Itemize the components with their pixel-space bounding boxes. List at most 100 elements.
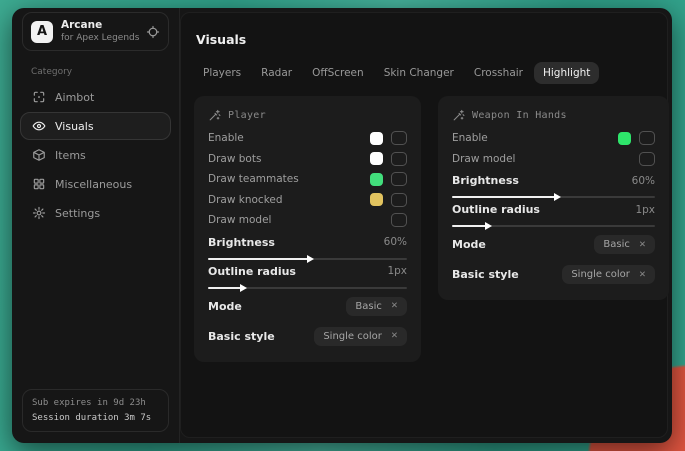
checkbox[interactable] bbox=[391, 131, 407, 145]
checkbox[interactable] bbox=[391, 193, 407, 207]
tag-value: Basic bbox=[355, 301, 381, 312]
slider-thumb[interactable] bbox=[485, 222, 492, 230]
checkbox[interactable] bbox=[391, 172, 407, 186]
color-swatch[interactable] bbox=[370, 173, 383, 186]
slider-head: Brightness60% bbox=[208, 236, 407, 249]
remove-tag-icon[interactable]: ✕ bbox=[391, 331, 398, 341]
slider[interactable] bbox=[208, 287, 407, 289]
select-tag[interactable]: Single color ✕ bbox=[562, 265, 655, 284]
select-label: Basic style bbox=[208, 330, 275, 343]
toggle-label: Draw bots bbox=[208, 153, 261, 165]
slider-fill bbox=[452, 225, 487, 227]
sidebar-item-label: Items bbox=[55, 149, 86, 162]
slider-head: Outline radius 1px bbox=[208, 265, 407, 278]
remove-tag-icon[interactable]: ✕ bbox=[639, 240, 646, 250]
slider[interactable] bbox=[452, 196, 655, 198]
main-outer: Visuals PlayersRadarOffScreenSkin Change… bbox=[180, 8, 672, 443]
select-tag[interactable]: Single color✕ bbox=[314, 327, 407, 346]
slider[interactable] bbox=[208, 258, 407, 260]
slider-row: Outline radius 1px bbox=[208, 265, 407, 289]
color-swatch[interactable] bbox=[370, 152, 383, 165]
sub-expires-text: Sub expires in 9d 23h bbox=[32, 398, 159, 408]
wand-icon bbox=[452, 109, 465, 122]
tab-players[interactable]: Players bbox=[194, 62, 250, 84]
toggle-controls bbox=[370, 172, 407, 186]
select-row: Basic style Single color ✕ bbox=[452, 262, 655, 287]
app-window: A Arcane for Apex Legends Category Aimbo… bbox=[12, 8, 672, 443]
sidebar-item-label: Aimbot bbox=[55, 91, 94, 104]
cube-icon bbox=[32, 148, 46, 162]
toggle-row: Draw bots bbox=[208, 149, 407, 170]
panel-header: Player bbox=[208, 106, 407, 128]
slider-thumb[interactable] bbox=[554, 193, 561, 201]
app-subtitle: for Apex Legends bbox=[61, 33, 138, 45]
sidebar-item-items[interactable]: Items bbox=[20, 141, 171, 169]
tag-value: Basic bbox=[603, 239, 629, 250]
slider-head: Brightness60% bbox=[452, 174, 655, 187]
sidebar-item-label: Visuals bbox=[55, 120, 94, 133]
sidebar-item-visuals[interactable]: Visuals bbox=[20, 112, 171, 140]
sidebar-item-aimbot[interactable]: Aimbot bbox=[20, 83, 171, 111]
gear-icon bbox=[32, 206, 46, 220]
toggle-controls bbox=[370, 152, 407, 166]
panel-title: Player bbox=[228, 110, 266, 121]
toggle-controls bbox=[370, 193, 407, 207]
toggle-row: Draw model bbox=[208, 210, 407, 231]
tag-value: Single color bbox=[571, 269, 630, 280]
select-label: Mode bbox=[208, 300, 242, 313]
wand-icon bbox=[208, 109, 221, 122]
session-duration-text: Session duration 3m 7s bbox=[32, 413, 159, 423]
app-meta: Arcane for Apex Legends bbox=[61, 19, 138, 44]
app-logo: A bbox=[31, 21, 53, 43]
remove-tag-icon[interactable]: ✕ bbox=[391, 301, 398, 311]
select-row: Mode Basic ✕ bbox=[452, 232, 655, 257]
app-title: Arcane bbox=[61, 19, 138, 33]
toggle-label: Draw knocked bbox=[208, 194, 283, 206]
aimbot-crosshair-icon bbox=[32, 90, 46, 104]
panel-player: PlayerEnableDraw botsDraw teammatesDraw … bbox=[194, 96, 421, 362]
slider-thumb[interactable] bbox=[307, 255, 314, 263]
sidebar-item-miscellaneous[interactable]: Miscellaneous bbox=[20, 170, 171, 198]
slider-head: Outline radius1px bbox=[452, 203, 655, 216]
toggle-label: Enable bbox=[208, 132, 244, 144]
toggle-controls bbox=[391, 213, 407, 227]
slider-label: Outline radius bbox=[208, 265, 296, 278]
slider-thumb[interactable] bbox=[240, 284, 247, 292]
category-label: Category bbox=[31, 67, 179, 77]
tab-highlight[interactable]: Highlight bbox=[534, 62, 599, 84]
checkbox[interactable] bbox=[391, 213, 407, 227]
toggle-controls bbox=[639, 152, 655, 166]
checkbox[interactable] bbox=[639, 152, 655, 166]
page-title: Visuals bbox=[196, 32, 654, 47]
select-label: Basic style bbox=[452, 268, 519, 281]
tab-offscreen[interactable]: OffScreen bbox=[303, 62, 373, 84]
slider[interactable] bbox=[452, 225, 655, 227]
target-icon[interactable] bbox=[146, 25, 160, 39]
select-tag[interactable]: Basic ✕ bbox=[594, 235, 655, 254]
select-label: Mode bbox=[452, 238, 486, 251]
toggle-controls bbox=[618, 131, 655, 145]
select-row: Basic style Single color✕ bbox=[208, 324, 407, 349]
slider-row: Brightness60% bbox=[452, 174, 655, 198]
slider-value: 1px bbox=[387, 265, 407, 277]
select-tag[interactable]: Basic ✕ bbox=[346, 297, 407, 316]
sidebar-item-settings[interactable]: Settings bbox=[20, 199, 171, 227]
toggle-row: Enable bbox=[452, 128, 655, 149]
remove-tag-icon[interactable]: ✕ bbox=[639, 270, 646, 280]
checkbox[interactable] bbox=[639, 131, 655, 145]
color-swatch[interactable] bbox=[370, 132, 383, 145]
checkbox[interactable] bbox=[391, 152, 407, 166]
slider-value: 60% bbox=[384, 236, 407, 248]
main-panel: Visuals PlayersRadarOffScreenSkin Change… bbox=[180, 12, 668, 438]
tab-radar[interactable]: Radar bbox=[252, 62, 301, 84]
color-swatch[interactable] bbox=[618, 132, 631, 145]
color-swatch[interactable] bbox=[370, 193, 383, 206]
select-row: Mode Basic ✕ bbox=[208, 294, 407, 319]
tab-skin-changer[interactable]: Skin Changer bbox=[375, 62, 463, 84]
tab-crosshair[interactable]: Crosshair bbox=[465, 62, 532, 84]
sidebar-item-label: Miscellaneous bbox=[55, 178, 132, 191]
settings-panels: PlayerEnableDraw botsDraw teammatesDraw … bbox=[194, 96, 654, 362]
panel-title: Weapon In Hands bbox=[472, 110, 567, 121]
sidebar-item-label: Settings bbox=[55, 207, 100, 220]
toggle-row: Enable bbox=[208, 128, 407, 149]
